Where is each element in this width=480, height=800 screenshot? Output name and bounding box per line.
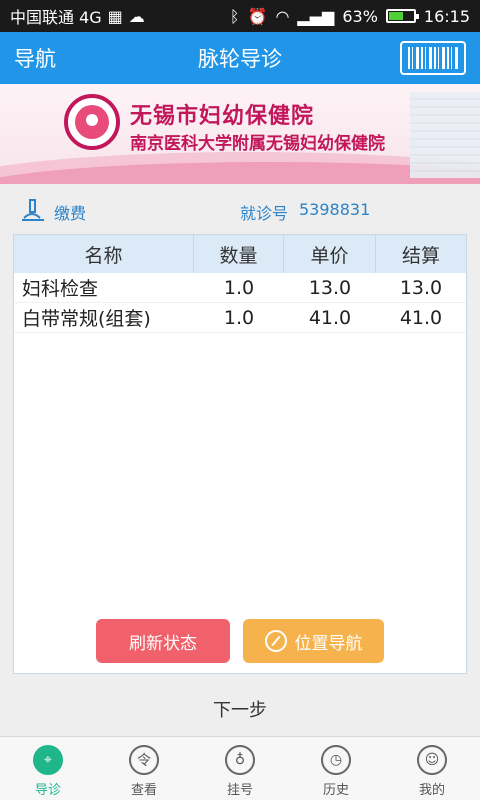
battery-percent: 63% bbox=[342, 6, 378, 26]
header-settlement: 结算 bbox=[401, 244, 440, 267]
cell-name: 白带常规(组套) bbox=[22, 308, 151, 330]
table-row: 白带常规(组套) 1.0 41.0 41.0 bbox=[14, 303, 466, 333]
header-name: 名称 bbox=[14, 235, 194, 273]
cloud-icon: ☁ bbox=[128, 6, 145, 26]
stethoscope-icon: ♁ bbox=[225, 745, 255, 775]
carrier-text: 中国联通 4G bbox=[10, 8, 102, 27]
table-header: 名称 数量 单价 结算 bbox=[14, 235, 466, 273]
refresh-status-label: 刷新状态 bbox=[129, 633, 197, 654]
tab-register[interactable]: ♁ 挂号 bbox=[192, 737, 288, 800]
barcode-icon bbox=[408, 47, 458, 69]
sim-icon: ▦ bbox=[107, 6, 123, 26]
alarm-icon: ⏰ bbox=[247, 6, 268, 26]
hospital-subtitle: 南京医科大学附属无锡妇幼保健院 bbox=[130, 134, 385, 154]
location-navigation-button[interactable]: 位置导航 bbox=[243, 619, 384, 663]
tab-history[interactable]: ◷ 历史 bbox=[288, 737, 384, 800]
tab-history-label: 历史 bbox=[322, 783, 349, 798]
user-icon: ☺ bbox=[417, 745, 447, 775]
fee-table-panel: 名称 数量 单价 结算 妇科检查 1.0 13.0 13.0 白带常规(组套) … bbox=[13, 234, 467, 674]
visit-info-row: 缴费 就诊号 5398831 bbox=[0, 184, 480, 234]
cell-settlement: 13.0 bbox=[399, 276, 443, 299]
cell-unit-price: 41.0 bbox=[308, 306, 352, 329]
tab-guide-label: 导诊 bbox=[34, 783, 61, 798]
tab-register-label: 挂号 bbox=[226, 783, 253, 798]
refresh-status-button[interactable]: 刷新状态 bbox=[96, 619, 230, 663]
visit-number-value: 5398831 bbox=[299, 200, 371, 219]
cell-unit-price: 13.0 bbox=[308, 276, 352, 299]
hospital-logo bbox=[64, 94, 120, 150]
tab-mine[interactable]: ☺ 我的 bbox=[384, 737, 480, 800]
tab-guide[interactable]: ⌖ 导诊 bbox=[0, 737, 96, 800]
clock-time: 16:15 bbox=[423, 6, 470, 26]
bottom-tab-bar: ⌖ 导诊 令 查看 ♁ 挂号 ◷ 历史 ☺ 我的 bbox=[0, 736, 480, 800]
header-unit-price: 单价 bbox=[284, 235, 376, 273]
barcode-scan-button[interactable] bbox=[400, 41, 466, 75]
view-icon: 令 bbox=[129, 745, 159, 775]
pay-label: 缴费 bbox=[54, 204, 87, 223]
tab-view[interactable]: 令 查看 bbox=[96, 737, 192, 800]
next-step-button[interactable]: 下一步 bbox=[0, 696, 480, 722]
microscope-icon bbox=[22, 199, 44, 221]
visit-number-label: 就诊号 bbox=[240, 204, 289, 223]
battery-icon bbox=[385, 9, 419, 23]
location-icon: ⌖ bbox=[33, 745, 63, 775]
top-navbar: 导航 脉轮导诊 bbox=[0, 32, 480, 84]
hospital-banner: 无锡市妇幼保健院 南京医科大学附属无锡妇幼保健院 bbox=[0, 84, 480, 184]
signal-icon: ▂▄▆ bbox=[297, 6, 335, 26]
cell-settlement: 41.0 bbox=[399, 306, 443, 329]
cell-name: 妇科检查 bbox=[22, 278, 99, 300]
table-row: 妇科检查 1.0 13.0 13.0 bbox=[14, 273, 466, 303]
bluetooth-icon: ᛒ bbox=[229, 6, 240, 26]
nav-back-button[interactable]: 导航 bbox=[14, 43, 56, 73]
tab-mine-label: 我的 bbox=[418, 783, 445, 798]
wifi-icon: ◠ bbox=[275, 6, 290, 26]
location-navigation-label: 位置导航 bbox=[294, 633, 363, 654]
tab-view-label: 查看 bbox=[130, 783, 157, 798]
cell-quantity: 1.0 bbox=[223, 306, 255, 329]
hospital-name: 无锡市妇幼保健院 bbox=[130, 104, 315, 129]
status-bar: 中国联通 4G ▦ ☁ ᛒ ⏰ ◠ ▂▄▆ 63% 16:15 bbox=[0, 0, 480, 32]
cell-quantity: 1.0 bbox=[223, 276, 255, 299]
clock-icon: ◷ bbox=[321, 745, 351, 775]
building-illustration bbox=[410, 92, 480, 178]
compass-icon bbox=[264, 630, 287, 652]
header-quantity: 数量 bbox=[194, 235, 284, 273]
